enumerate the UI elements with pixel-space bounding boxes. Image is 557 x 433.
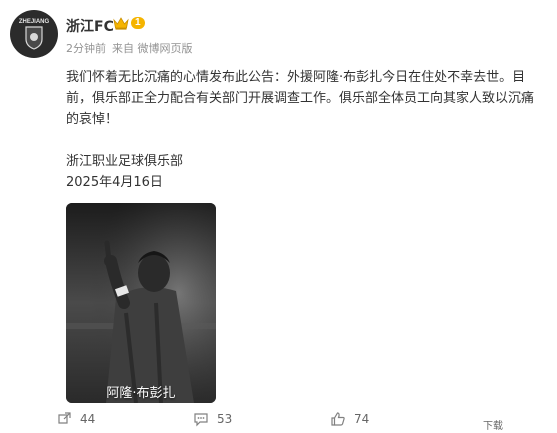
avatar[interactable]: ZHEJIANG	[10, 10, 58, 58]
post-text: 我们怀着无比沉痛的心情发布此公告：外援阿隆·布彭扎今日在住处不幸去世。目前，俱乐…	[66, 70, 535, 127]
post-time[interactable]: 2分钟前	[66, 40, 106, 56]
comment-icon	[194, 413, 208, 427]
like-button[interactable]: 74	[330, 411, 369, 427]
vip-level: 1	[131, 17, 145, 29]
like-count: 74	[354, 412, 370, 426]
comment-button[interactable]: 53	[193, 411, 232, 427]
comment-count: 53	[217, 412, 233, 426]
source-prefix: 来自	[112, 42, 134, 55]
post-date: 2025年4月16日	[66, 175, 163, 190]
crown-icon	[113, 17, 129, 30]
post-image[interactable]: 阿隆·布彭扎	[66, 203, 216, 403]
post-signoff: 浙江职业足球俱乐部 2025年4月16日	[66, 151, 183, 193]
repost-icon	[58, 412, 71, 424]
vip-badge[interactable]: 1	[113, 16, 145, 30]
club-logo-icon: ZHEJIANG	[11, 11, 57, 57]
post-meta: 2分钟前 来自 微博网页版	[66, 40, 193, 56]
post-source[interactable]: 微博网页版	[138, 42, 193, 55]
repost-button[interactable]: 44	[56, 411, 95, 427]
download-button[interactable]: 下载	[483, 417, 503, 432]
image-caption: 阿隆·布彭扎	[106, 386, 176, 401]
author-name[interactable]: 浙江FC	[66, 16, 114, 36]
avatar-text: ZHEJIANG	[19, 19, 50, 25]
repost-count: 44	[80, 412, 96, 426]
action-bar: 44 53 74 下载	[0, 405, 557, 433]
player-photo	[66, 203, 216, 403]
post-signature: 浙江职业足球俱乐部	[66, 154, 184, 169]
like-icon	[331, 412, 345, 426]
